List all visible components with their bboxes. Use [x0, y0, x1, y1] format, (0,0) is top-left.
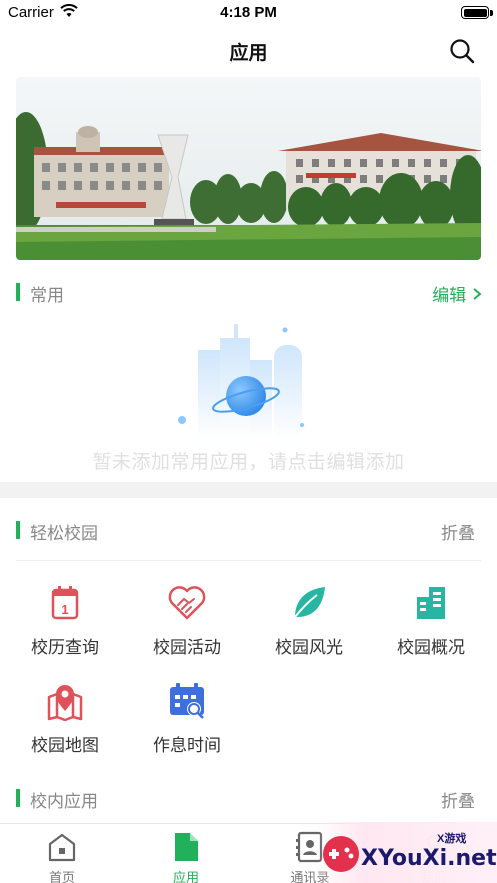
heart-handshake-icon — [167, 583, 207, 623]
section-separator — [0, 482, 497, 498]
app-map[interactable]: 校园地图 — [10, 681, 120, 771]
file-icon — [170, 831, 202, 863]
section-marker — [16, 521, 20, 539]
app-calendar[interactable]: 1 校历查询 — [10, 583, 120, 673]
app-activities[interactable]: 校园活动 — [132, 583, 242, 673]
edit-button[interactable]: 编辑 — [432, 281, 483, 306]
nav-bar: 应用 — [0, 26, 497, 74]
tab-home[interactable]: 首页 — [0, 828, 124, 883]
collapse-button[interactable]: 折叠 — [441, 519, 475, 544]
section-title: 常用 — [30, 286, 64, 305]
section-inner-apps: 校内应用 折叠 — [0, 783, 497, 813]
calendar-icon: 1 — [45, 583, 85, 623]
collapse-button[interactable]: 折叠 — [441, 787, 475, 812]
app-label: 校历查询 — [31, 638, 99, 657]
section-marker — [16, 789, 20, 807]
app-label: 作息时间 — [153, 736, 221, 755]
section-title: 轻松校园 — [30, 524, 98, 543]
empty-state-text: 暂未添加常用应用，请点击编辑添加 — [92, 452, 405, 473]
leaf-icon — [289, 583, 329, 623]
app-label: 校园地图 — [31, 736, 99, 755]
app-label: 校园风光 — [275, 638, 343, 657]
app-overview[interactable]: 校园概况 — [376, 583, 486, 673]
battery-icon — [461, 6, 489, 19]
edit-label: 编辑 — [432, 286, 467, 305]
section-campus: 轻松校园 折叠 — [0, 515, 497, 545]
schedule-icon — [167, 681, 207, 721]
building-icon — [411, 583, 451, 623]
campus-banner[interactable] — [16, 77, 481, 260]
tab-label: 应用 — [172, 870, 199, 883]
home-icon — [46, 831, 78, 863]
map-pin-icon — [45, 681, 85, 722]
svg-text:1: 1 — [61, 602, 68, 617]
watermark-text: XYouXi.net — [361, 846, 497, 871]
app-schedule[interactable]: 作息时间 — [132, 681, 242, 771]
page-title: 应用 — [229, 43, 268, 64]
app-scenery[interactable]: 校园风光 — [254, 583, 364, 673]
empty-city-illustration-icon — [170, 320, 320, 440]
chevron-right-icon — [471, 286, 483, 305]
section-marker — [16, 283, 20, 301]
app-label: 校园概况 — [397, 638, 465, 657]
divider — [16, 560, 481, 561]
status-bar: Carrier 4:18 PM — [0, 0, 497, 26]
watermark-small-text: X游戏 — [437, 833, 467, 845]
search-icon[interactable] — [449, 38, 475, 64]
section-title: 校内应用 — [30, 792, 98, 811]
tab-label: 首页 — [48, 870, 75, 883]
watermark-logo: X游戏 XYouXi.net — [317, 822, 497, 883]
tab-apps[interactable]: 应用 — [124, 828, 248, 883]
clock: 4:18 PM — [220, 4, 277, 21]
app-label: 校园活动 — [153, 638, 221, 657]
section-common: 常用 编辑 — [0, 277, 497, 307]
